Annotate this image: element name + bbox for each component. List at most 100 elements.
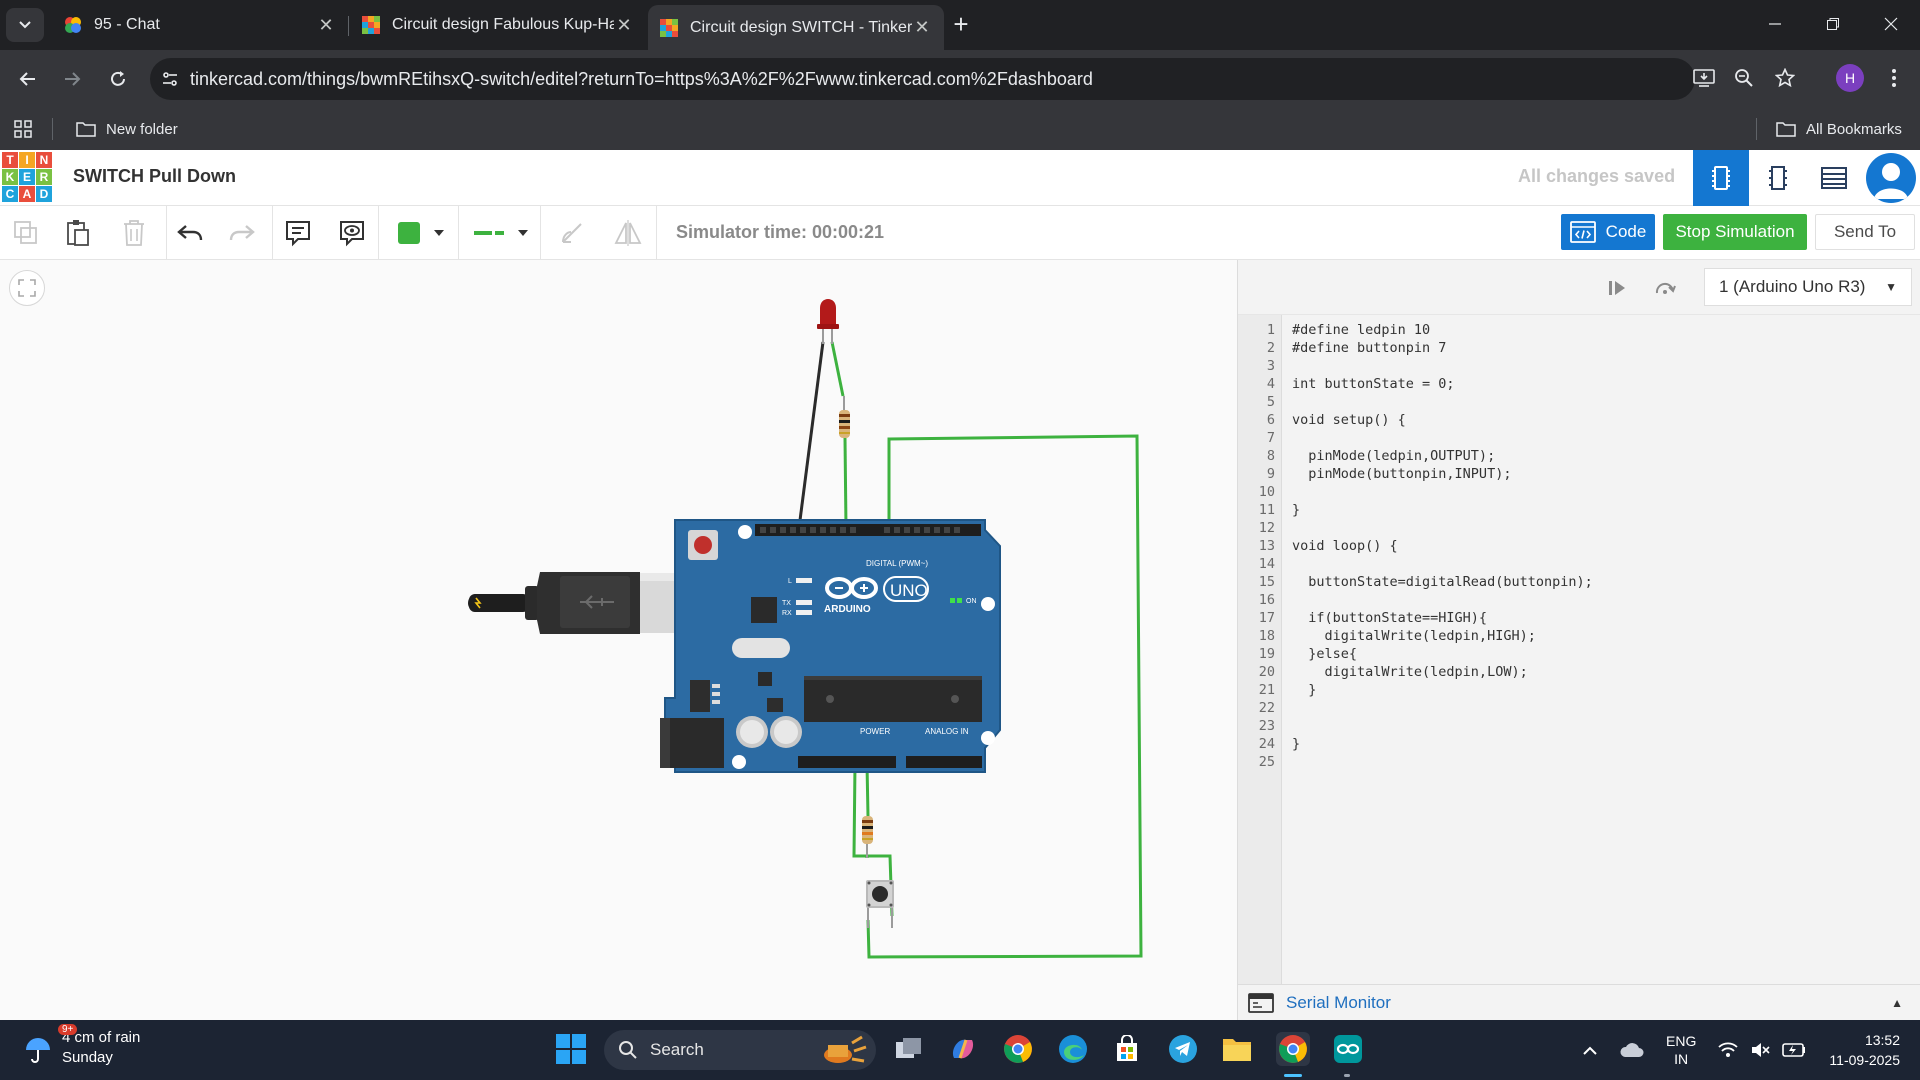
back-button[interactable]	[12, 63, 44, 95]
apps-grid-icon[interactable]	[14, 116, 32, 142]
code-line[interactable]	[1292, 753, 1593, 771]
red-led[interactable]	[817, 299, 839, 344]
code-line[interactable]: buttonState=digitalRead(buttonpin);	[1292, 573, 1592, 591]
close-tab-icon[interactable]: ✕	[912, 17, 932, 38]
tab-search-button[interactable]	[6, 8, 44, 42]
serial-monitor-bar[interactable]: Serial Monitor ▲	[1238, 984, 1920, 1020]
resistor-pulldown[interactable]	[862, 816, 873, 858]
code-line[interactable]: }else{	[1292, 645, 1593, 663]
user-avatar[interactable]	[1866, 153, 1916, 203]
browser-tab-fabulous[interactable]: Circuit design Fabulous Kup-Ha ✕	[350, 6, 646, 44]
code-editor[interactable]: 1 2 3 4 5 6 7 8 9 10 11 12 13 14 15 16 17 18 19 20 21 22 23 24 2…	[1238, 314, 1920, 984]
close-tab-icon[interactable]: ✕	[614, 15, 634, 35]
code-line[interactable]	[1292, 717, 1593, 735]
code-lines[interactable]: #define ledpin 10 #define buttonpin 7 int …	[1282, 315, 1593, 984]
upload-icon[interactable]	[1650, 273, 1680, 303]
code-line[interactable]: if(buttonState==HIGH){	[1292, 609, 1593, 627]
profile-avatar[interactable]: H	[1836, 64, 1864, 92]
forward-button[interactable]	[56, 63, 88, 95]
code-line[interactable]: }	[1292, 735, 1593, 753]
resistor-led[interactable]	[839, 396, 850, 438]
code-line[interactable]: digitalWrite(ledpin,HIGH);	[1292, 627, 1593, 645]
browser-tab-switch[interactable]: Circuit design SWITCH - Tinkerc ✕	[648, 5, 944, 50]
code-line[interactable]	[1292, 483, 1593, 501]
notes-visibility-button[interactable]	[334, 215, 370, 251]
bookmark-star-icon[interactable]	[1771, 64, 1799, 92]
edge-icon[interactable]	[1056, 1032, 1090, 1066]
file-explorer-icon[interactable]	[1220, 1032, 1254, 1066]
expand-up-icon[interactable]: ▲	[1891, 996, 1903, 1010]
all-bookmarks-button[interactable]: All Bookmarks	[1776, 116, 1902, 142]
code-line[interactable]: void loop() {	[1292, 537, 1593, 555]
onedrive-icon[interactable]	[1620, 1020, 1644, 1080]
new-tab-button[interactable]: +	[948, 11, 974, 38]
circuit-canvas[interactable]: DIGITAL (PWM~) L TX RX ARDUINO UNO ON PO…	[0, 260, 1237, 1020]
code-button[interactable]: Code	[1561, 214, 1655, 250]
arduino-uno-board[interactable]: DIGITAL (PWM~) L TX RX ARDUINO UNO ON PO…	[660, 519, 1001, 773]
code-line[interactable]: void setup() {	[1292, 411, 1593, 429]
push-button[interactable]	[866, 880, 894, 928]
code-line[interactable]: #define buttonpin 7	[1292, 339, 1593, 357]
code-line[interactable]: digitalWrite(ledpin,LOW);	[1292, 663, 1593, 681]
component-list-button[interactable]	[1806, 150, 1862, 206]
code-line[interactable]	[1292, 591, 1593, 609]
arduino-ide-icon[interactable]	[1331, 1032, 1365, 1066]
copy-button[interactable]	[8, 215, 44, 251]
start-button[interactable]	[556, 1034, 586, 1064]
wire-type-picker[interactable]	[466, 215, 534, 251]
code-line[interactable]: pinMode(buttonpin,INPUT);	[1292, 465, 1593, 483]
tinkercad-logo[interactable]: T I N K E R C A D	[2, 152, 52, 202]
zoom-icon[interactable]	[1730, 64, 1758, 92]
trash-icon	[124, 220, 144, 246]
paste-button[interactable]	[60, 215, 96, 251]
telegram-icon[interactable]	[1166, 1032, 1200, 1066]
flip-button[interactable]	[610, 215, 646, 251]
code-line[interactable]	[1292, 519, 1593, 537]
code-line[interactable]: pinMode(ledpin,OUTPUT);	[1292, 447, 1593, 465]
show-hidden-icons[interactable]	[1582, 1020, 1598, 1080]
minimize-button[interactable]	[1746, 0, 1804, 48]
quick-settings[interactable]	[1718, 1020, 1806, 1080]
code-line[interactable]	[1292, 357, 1593, 375]
rotate-button[interactable]	[554, 215, 590, 251]
step-debugger-icon[interactable]	[1602, 273, 1632, 303]
circuit-view-button[interactable]	[1693, 150, 1749, 206]
taskbar-search[interactable]: Search	[604, 1030, 876, 1070]
weather-widget[interactable]: 9+ 4 cm of rain Sunday	[22, 1024, 140, 1068]
site-info-icon[interactable]	[150, 70, 190, 88]
delete-button[interactable]	[116, 215, 152, 251]
copilot-icon[interactable]	[946, 1032, 980, 1066]
install-app-icon[interactable]	[1690, 64, 1718, 92]
stop-simulation-button[interactable]: Stop Simulation	[1663, 214, 1807, 250]
browser-tab-chat[interactable]: 95 - Chat ✕	[52, 6, 348, 44]
chrome-active-icon[interactable]	[1276, 1032, 1310, 1066]
redo-button[interactable]	[224, 215, 260, 251]
code-line[interactable]	[1292, 393, 1593, 411]
bookmark-folder-new[interactable]: New folder	[76, 116, 178, 142]
code-line[interactable]	[1292, 555, 1593, 573]
code-line[interactable]: }	[1292, 681, 1593, 699]
close-tab-icon[interactable]: ✕	[316, 15, 336, 35]
task-view-icon[interactable]	[892, 1032, 926, 1066]
schematic-view-button[interactable]	[1750, 150, 1806, 206]
address-bar[interactable]: tinkercad.com/things/bwmREtihsxQ-switch/…	[150, 58, 1695, 100]
code-line[interactable]	[1292, 699, 1593, 717]
reload-button[interactable]	[102, 63, 134, 95]
chrome-icon[interactable]	[1001, 1032, 1035, 1066]
code-line[interactable]: #define ledpin 10	[1292, 321, 1593, 339]
undo-button[interactable]	[172, 215, 208, 251]
browser-menu-icon[interactable]	[1880, 64, 1908, 92]
microsoft-store-icon[interactable]	[1110, 1032, 1144, 1066]
notes-button[interactable]	[280, 215, 316, 251]
code-line[interactable]	[1292, 429, 1593, 447]
restore-button[interactable]	[1804, 0, 1862, 48]
clock[interactable]: 13:52 11-09-2025	[1814, 1020, 1900, 1080]
code-line[interactable]: int buttonState = 0;	[1292, 375, 1593, 393]
language-indicator[interactable]: ENG IN	[1666, 1020, 1696, 1080]
send-to-button[interactable]: Send To	[1815, 214, 1915, 250]
code-line[interactable]: }	[1292, 501, 1593, 519]
device-select[interactable]: 1 (Arduino Uno R3) ▼	[1704, 268, 1912, 306]
close-window-button[interactable]	[1862, 0, 1920, 48]
color-picker[interactable]	[390, 215, 458, 251]
project-title[interactable]: SWITCH Pull Down	[73, 166, 236, 187]
